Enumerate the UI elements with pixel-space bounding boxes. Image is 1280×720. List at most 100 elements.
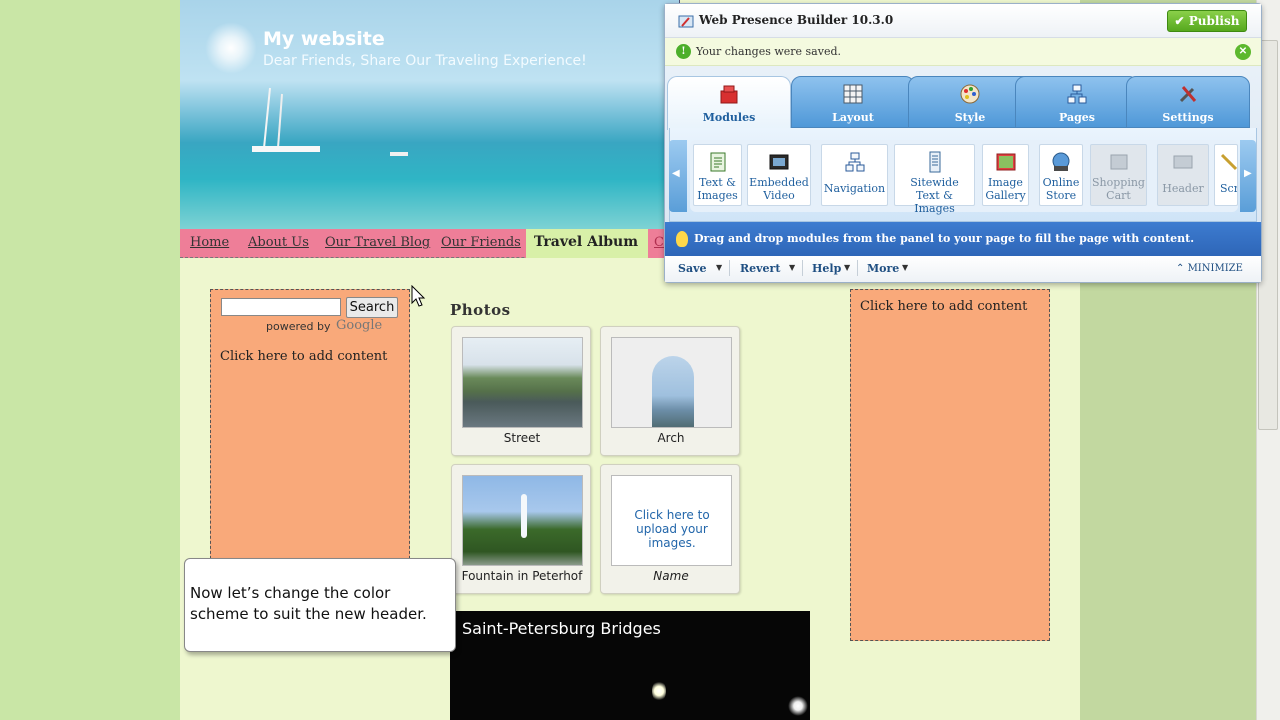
module-label: Shopping Cart bbox=[1092, 176, 1145, 202]
tab-style[interactable]: Style bbox=[908, 76, 1032, 128]
revert-menu-button[interactable]: Revert bbox=[740, 262, 780, 275]
menu-divider bbox=[857, 260, 858, 276]
tab-pages[interactable]: Pages bbox=[1015, 76, 1139, 128]
text-document-icon bbox=[710, 152, 725, 172]
module-image-gallery[interactable]: Image Gallery bbox=[982, 144, 1029, 206]
tab-settings-label: Settings bbox=[1162, 111, 1214, 124]
bridge-light-shape bbox=[652, 680, 666, 702]
module-text-images[interactable]: Text & Images bbox=[693, 144, 742, 206]
module-sitewide-text-images[interactable]: Sitewide Text & Images bbox=[894, 144, 975, 215]
nav-link-travel-album[interactable]: Travel Album bbox=[526, 229, 648, 258]
tab-style-label: Style bbox=[954, 111, 986, 124]
upload-box[interactable]: Click here to upload your images. bbox=[611, 475, 732, 566]
fountain-jet-shape bbox=[521, 494, 527, 538]
online-store-icon bbox=[1052, 152, 1070, 171]
menu-divider bbox=[729, 260, 730, 276]
caret-down-icon[interactable]: ▼ bbox=[716, 263, 722, 272]
page-background-left bbox=[0, 0, 180, 720]
module-online-store[interactable]: Online Store bbox=[1039, 144, 1083, 206]
lightbulb-icon bbox=[676, 231, 688, 247]
arch-photo bbox=[611, 337, 732, 428]
module-label: Header bbox=[1162, 182, 1204, 195]
gallery-caption: Street bbox=[503, 431, 541, 445]
save-menu-button[interactable]: Save bbox=[678, 262, 706, 275]
gallery-upload-placeholder[interactable]: Click here to upload your images. Name bbox=[600, 464, 740, 594]
script-pencil-icon bbox=[1220, 153, 1237, 171]
style-palette-icon bbox=[960, 84, 980, 104]
module-embedded-video[interactable]: Embedded Video bbox=[747, 144, 811, 206]
header-image-icon bbox=[1173, 155, 1193, 169]
gallery-caption: Fountain in Peterhof bbox=[461, 569, 583, 583]
nav-link-travel-blog[interactable]: Our Travel Blog bbox=[325, 235, 430, 250]
gallery-caption: Arch bbox=[657, 431, 685, 445]
sailboat-icon bbox=[252, 87, 408, 156]
modules-icon bbox=[720, 85, 738, 104]
search-input[interactable] bbox=[221, 298, 341, 316]
navigation-tree-icon bbox=[845, 152, 864, 172]
module-label: Navigation bbox=[823, 182, 886, 195]
left-add-content[interactable]: Click here to add content bbox=[220, 349, 387, 364]
tab-layout-label: Layout bbox=[832, 111, 874, 124]
success-check-icon: ! bbox=[676, 44, 691, 59]
pages-sitemap-icon bbox=[1067, 84, 1087, 104]
caret-down-icon[interactable]: ▼ bbox=[789, 263, 795, 272]
street-photo bbox=[462, 337, 583, 428]
photos-title: Photos bbox=[450, 301, 511, 319]
close-notification-icon[interactable]: ✕ bbox=[1235, 44, 1251, 60]
module-label: Embedded Video bbox=[749, 176, 809, 202]
sun-logo-icon bbox=[205, 22, 257, 74]
nav-link-about-us[interactable]: About Us bbox=[248, 235, 309, 250]
minimize-label: MINIMIZE bbox=[1187, 263, 1243, 274]
chevron-left-icon: ◀ bbox=[672, 168, 680, 179]
fountain-photo bbox=[462, 475, 583, 566]
caret-down-icon[interactable]: ▼ bbox=[902, 263, 908, 272]
bridge-light-shape bbox=[788, 696, 808, 716]
nav-partial-label: C bbox=[654, 235, 664, 250]
nav-link-home[interactable]: Home bbox=[190, 235, 229, 250]
powered-by-label: powered by bbox=[266, 320, 331, 333]
nav-active-label: Travel Album bbox=[534, 234, 639, 250]
minimize-panel-button[interactable]: ⌃ MINIMIZE bbox=[1176, 263, 1243, 274]
gallery-item-fountain[interactable]: Fountain in Peterhof bbox=[451, 464, 591, 594]
arch-window-shape bbox=[652, 356, 694, 427]
tab-modules[interactable]: Modules bbox=[667, 76, 791, 130]
saved-message: Your changes were saved. bbox=[696, 45, 842, 58]
menu-divider bbox=[802, 260, 803, 276]
video-film-icon bbox=[769, 154, 789, 170]
tab-pages-label: Pages bbox=[1059, 111, 1095, 124]
mouse-cursor-icon bbox=[411, 285, 426, 307]
tab-layout[interactable]: Layout bbox=[791, 76, 915, 128]
module-label: Scr bbox=[1220, 182, 1238, 195]
module-script-partial[interactable]: Scr bbox=[1214, 144, 1238, 206]
caret-down-icon[interactable]: ▼ bbox=[844, 263, 850, 272]
site-subtitle[interactable]: Dear Friends, Share Our Traveling Experi… bbox=[263, 53, 587, 69]
module-header[interactable]: Header bbox=[1157, 144, 1209, 206]
module-shopping-cart[interactable]: Shopping Cart bbox=[1090, 144, 1147, 206]
site-title[interactable]: My website bbox=[263, 28, 385, 50]
right-sidebar-column[interactable] bbox=[850, 289, 1050, 641]
more-menu-button[interactable]: More bbox=[867, 262, 899, 275]
upload-images-link[interactable]: Click here to upload your images. bbox=[616, 508, 728, 550]
settings-tools-icon bbox=[1179, 86, 1197, 103]
nav-link-our-friends[interactable]: Our Friends bbox=[441, 235, 521, 250]
search-button[interactable]: Search bbox=[346, 297, 398, 318]
module-navigation[interactable]: Navigation bbox=[821, 144, 888, 206]
publish-label: Publish bbox=[1188, 14, 1240, 28]
gallery-item-street[interactable]: Street bbox=[451, 326, 591, 456]
publish-button[interactable]: ✔ Publish bbox=[1167, 10, 1247, 32]
tab-settings[interactable]: Settings bbox=[1126, 76, 1250, 128]
module-label: Image Gallery bbox=[985, 176, 1026, 202]
builder-app-icon bbox=[678, 15, 694, 28]
chevron-right-icon: ▶ bbox=[1244, 168, 1252, 179]
help-menu-button[interactable]: Help bbox=[812, 262, 841, 275]
google-logo: Google bbox=[336, 318, 383, 333]
module-label: Online Store bbox=[1042, 176, 1080, 202]
layout-grid-icon bbox=[843, 84, 863, 104]
right-add-content[interactable]: Click here to add content bbox=[860, 299, 1027, 314]
module-label: Sitewide Text & Images bbox=[910, 176, 959, 215]
upload-name-caption: Name bbox=[653, 569, 689, 583]
sitewide-document-icon bbox=[929, 151, 940, 173]
gallery-item-arch[interactable]: Arch bbox=[600, 326, 740, 456]
module-label: Text & Images bbox=[697, 176, 738, 202]
tab-modules-label: Modules bbox=[702, 111, 756, 124]
